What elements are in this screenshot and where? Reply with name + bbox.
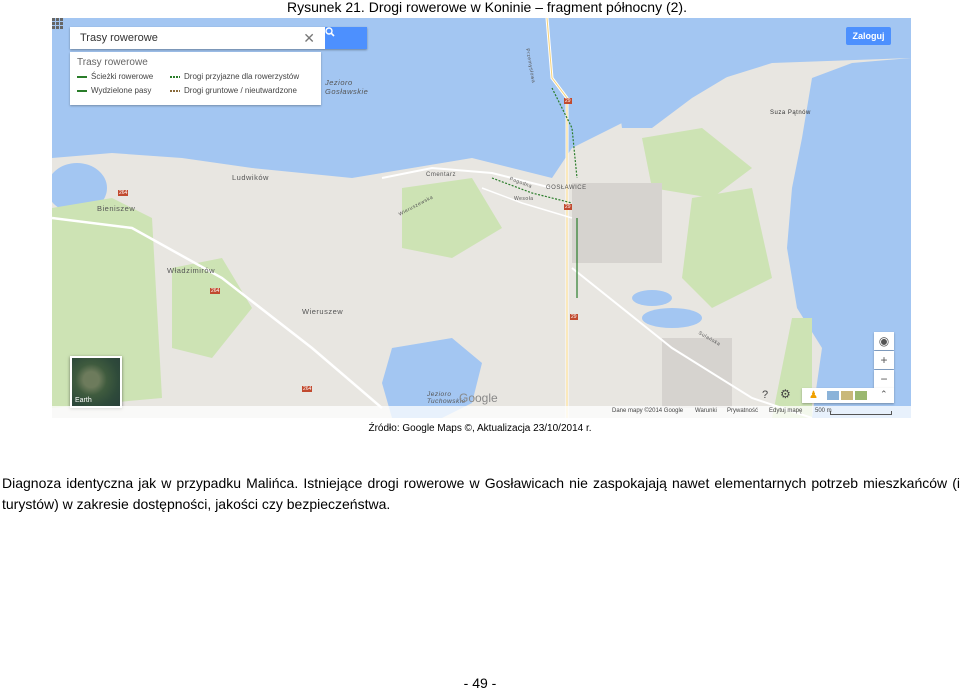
privacy-link[interactable]: Prywatność [727,408,758,414]
figure-caption: Rysunek 21. Drogi rowerowe w Koninie – f… [287,0,687,15]
search-icon [325,27,335,37]
sign-in-button[interactable]: Zaloguj [846,27,891,45]
map-screenshot[interactable]: 264 264 264 29 29 29 Jezioro Gosławskie … [52,18,911,418]
legend-label: Drogi przyjazne dla rowerzystów [184,72,300,81]
thumbnail[interactable] [827,391,839,400]
figure-source: Źródło: Google Maps ©, Aktualizacja 23/1… [368,423,592,434]
page-number: - 49 - [463,675,497,691]
place-label: Suza Pątnów [770,110,811,116]
road-number: 29 [564,98,572,104]
map-attribution-bar: Dane mapy ©2014 Google Warunki Prywatnoś… [52,406,911,418]
road-number: 264 [302,386,313,392]
legend-title: Trasy rowerowe [77,57,148,68]
legend-label: Wydzielone pasy [91,86,152,95]
road-number: 264 [118,190,129,196]
thumbnail[interactable] [841,391,853,400]
attribution-text: Dane mapy ©2014 Google [612,408,684,414]
zoom-controls: ◉ + − [874,332,894,388]
legend-label: Drogi gruntowe / nieutwardzone [184,86,297,95]
place-label: Wieruszew [302,307,344,316]
road-number: 29 [570,314,578,320]
thumbnail[interactable] [855,391,867,400]
apps-grid-icon[interactable] [52,18,63,29]
chevron-up-icon[interactable]: ⌃ [880,389,888,400]
help-icon[interactable]: ? [762,389,768,401]
legend-item: Drogi przyjazne dla rowerzystów [170,72,299,81]
legend-swatch [170,89,180,92]
body-paragraph: Diagnoza identyczna jak w przypadku Mali… [2,475,960,512]
legend-label: Ścieżki rowerowe [91,72,154,81]
street-label: Wesoła [514,196,534,202]
edit-map-link[interactable]: Edytuj mapę [769,408,802,414]
place-label: Ludwików [232,173,269,182]
terms-link[interactable]: Warunki [695,408,717,414]
place-label: GOSŁAWICE [546,185,587,191]
map-legend: Trasy rowerowe Ścieżki rowerowe Drogi pr… [70,52,321,105]
legend-item: Wydzielone pasy [77,86,151,95]
gear-icon[interactable]: ⚙ [780,387,791,401]
place-label: Bieniszew [97,204,136,213]
road-number: 264 [210,288,221,294]
map-search-box: ✕ [70,27,367,49]
place-label: Władzimirów [167,266,216,275]
scale-bar [830,411,892,415]
legend-swatch [170,75,180,78]
earth-view-toggle[interactable]: Earth [70,356,122,408]
legend-swatch [77,89,87,92]
legend-item: Ścieżki rowerowe [77,72,153,81]
search-button[interactable] [325,27,367,49]
zoom-in-button[interactable]: + [874,351,894,369]
close-icon[interactable]: ✕ [303,30,315,47]
imagery-strip[interactable]: ♟ ⌃ [802,388,894,403]
earth-label: Earth [75,397,92,404]
google-logo: Google [459,391,498,405]
zoom-out-button[interactable]: − [874,370,894,388]
road-number: 29 [564,204,572,210]
place-label: Cmentarz [426,172,457,178]
search-input[interactable] [78,31,302,45]
legend-swatch [77,75,87,78]
legend-item: Drogi gruntowe / nieutwardzone [170,86,297,95]
pegman-icon[interactable]: ♟ [809,390,818,401]
place-label: Jezioro Gosławskie [325,78,369,96]
my-location-icon[interactable]: ◉ [874,332,894,350]
